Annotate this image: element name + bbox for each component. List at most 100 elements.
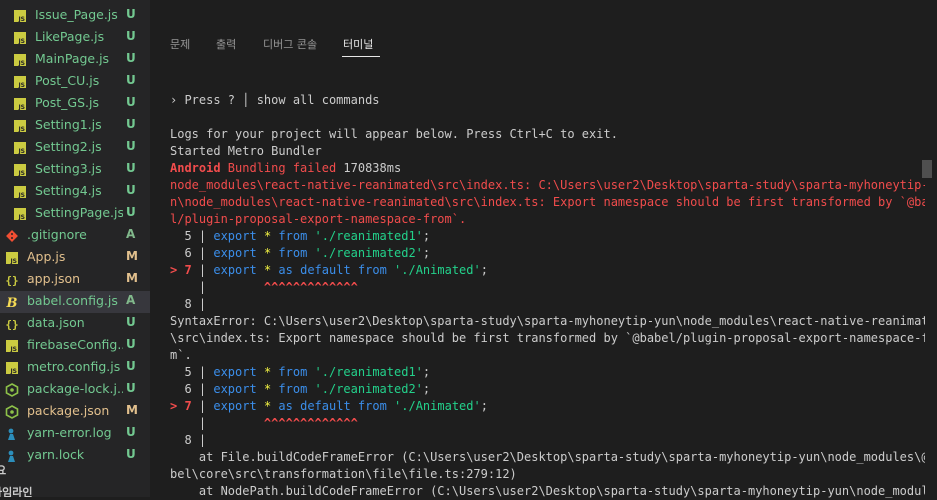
- svg-text:{}: {}: [5, 274, 18, 287]
- explorer-file-name: Setting3.js: [35, 161, 102, 176]
- keyword: as default from: [278, 399, 387, 413]
- caret-line: | ^^^^^^^^^^^^^: [170, 415, 925, 432]
- babel-icon: B: [5, 295, 19, 309]
- explorer-file-name: Post_GS.js: [35, 95, 99, 110]
- explorer-file-item[interactable]: JS Setting3.js U: [0, 159, 150, 181]
- gutter-bar: |: [191, 263, 214, 277]
- js-file-icon: JS: [13, 31, 27, 45]
- svg-text:JS: JS: [17, 60, 25, 66]
- explorer-file-item[interactable]: .gitignore A: [0, 225, 150, 247]
- terminal-output[interactable]: › Press ? │ show all commands Logs for y…: [170, 92, 925, 500]
- code-frame-line-7: > 7 | export * as default from './Animat…: [170, 398, 925, 415]
- explorer-file-item[interactable]: JS firebaseConfig... U: [0, 335, 150, 357]
- explorer-file-item[interactable]: JS Setting1.js U: [0, 115, 150, 137]
- timeline-section-header[interactable]: 타임라인: [0, 484, 32, 497]
- git-status-badge: M: [126, 249, 138, 263]
- svg-text:JS: JS: [17, 104, 25, 110]
- explorer-file-name: LikePage.js: [35, 29, 105, 44]
- explorer-file-item[interactable]: package.json M: [0, 401, 150, 423]
- stack-trace-line: at NodePath.buildCodeFrameError (C:\User…: [170, 484, 925, 498]
- js-file-icon: JS: [13, 9, 27, 23]
- error-carets: ^^^^^^^^^^^^^: [263, 416, 358, 430]
- explorer-file-item[interactable]: JS SettingPage.js U: [0, 203, 150, 225]
- explorer-file-item[interactable]: JS Setting4.js U: [0, 181, 150, 203]
- explorer-file-name: Setting2.js: [35, 139, 102, 154]
- git-status-badge: U: [126, 315, 136, 329]
- explorer-file-item[interactable]: JS MainPage.js U: [0, 49, 150, 71]
- caret-line: | ^^^^^^^^^^^^^: [170, 279, 925, 296]
- explorer-file-name: babel.config.js: [27, 293, 118, 308]
- git-status-badge: U: [126, 7, 136, 21]
- outline-section-header[interactable]: 요: [0, 462, 6, 478]
- explorer-file-item[interactable]: package-lock.j... U: [0, 379, 150, 401]
- js-file-icon: JS: [13, 185, 27, 199]
- keyword: as default from: [278, 263, 387, 277]
- press-prompt-line: › Press ? │ show all commands: [170, 93, 380, 107]
- js-file-icon: JS: [13, 53, 27, 67]
- explorer-file-item[interactable]: yarn-error.log U: [0, 423, 150, 445]
- explorer-file-item[interactable]: JS Post_GS.js U: [0, 93, 150, 115]
- tab-output[interactable]: 출력: [216, 36, 236, 52]
- keyword: from: [278, 229, 308, 243]
- explorer-file-name: app.json: [27, 271, 81, 286]
- semicolon: ;: [422, 382, 431, 396]
- js-file-icon: JS: [13, 207, 27, 221]
- explorer-file-item[interactable]: {} data.json U: [0, 313, 150, 335]
- syntax-error-line: SyntaxError: C:\Users\user2\Desktop\spar…: [170, 314, 925, 328]
- error-line: l/plugin-proposal-export-namespace-from`…: [170, 212, 467, 226]
- js-file-icon: JS: [5, 339, 19, 353]
- code-frame-line-8: 8 |: [170, 297, 207, 311]
- explorer-file-item[interactable]: JS LikePage.js U: [0, 27, 150, 49]
- code-frame-line-5: 5 | export * from './reanimated1';: [170, 364, 925, 381]
- explorer-file-item[interactable]: JS metro.config.js U: [0, 357, 150, 379]
- explorer-file-name: package.json: [27, 403, 110, 418]
- explorer-file-item[interactable]: JS Post_CU.js U: [0, 71, 150, 93]
- git-status-badge: U: [126, 359, 136, 373]
- git-status-badge: U: [126, 95, 136, 109]
- js-file-icon: JS: [5, 251, 19, 265]
- keyword: export: [213, 246, 257, 260]
- semicolon: ;: [480, 399, 488, 413]
- explorer-file-item[interactable]: JS Issue_Page.js U: [0, 5, 150, 27]
- svg-text:JS: JS: [17, 82, 25, 88]
- semicolon: ;: [422, 229, 431, 243]
- js-file-icon: JS: [13, 119, 27, 133]
- tab-debug-console[interactable]: 디버그 콘솔: [263, 36, 317, 52]
- explorer-file-item[interactable]: {} app.json M: [0, 269, 150, 291]
- yarn-icon: [5, 427, 19, 441]
- keyword: from: [278, 382, 308, 396]
- string-token: './Animated': [386, 263, 481, 277]
- yarn-icon: [5, 449, 19, 463]
- git-status-badge: A: [126, 293, 136, 307]
- explorer-sidebar: JS Issue_Page.js U JS LikePage.js U JS MainPage…: [0, 0, 150, 497]
- svg-text:JS: JS: [9, 368, 17, 374]
- explorer-file-name: Post_CU.js: [35, 73, 100, 88]
- explorer-file-item[interactable]: Bbabel.config.js A: [0, 291, 150, 313]
- star-token: *: [256, 246, 279, 260]
- error-carets: ^^^^^^^^^^^^^: [263, 280, 358, 294]
- explorer-file-item[interactable]: JS Setting2.js U: [0, 137, 150, 159]
- terminal-scrollbar-thumb[interactable]: [922, 160, 932, 178]
- bundle-failed-text: Bundling failed: [220, 161, 344, 175]
- js-file-icon: JS: [13, 163, 27, 177]
- js-file-icon: JS: [13, 75, 27, 89]
- explorer-file-name: .gitignore: [27, 227, 87, 242]
- keyword: from: [278, 365, 308, 379]
- explorer-file-item[interactable]: yarn.lock U: [0, 445, 150, 467]
- explorer-file-item[interactable]: JS App.js M: [0, 247, 150, 269]
- git-status-badge: U: [126, 447, 136, 461]
- star-token: *: [256, 382, 279, 396]
- code-frame-line-5: 5 | export * from './reanimated1';: [170, 228, 925, 245]
- git-status-badge: U: [126, 139, 136, 153]
- svg-text:JS: JS: [17, 170, 25, 176]
- started-line: Started Metro Bundler: [170, 144, 322, 158]
- explorer-file-name: Setting4.js: [35, 183, 102, 198]
- semicolon: ;: [422, 365, 431, 379]
- panel-tab-bar: 문제 출력 디버그 콘솔 터미널: [150, 0, 937, 70]
- git-status-badge: U: [126, 51, 136, 65]
- svg-text:JS: JS: [17, 126, 25, 132]
- tab-problems[interactable]: 문제: [170, 36, 190, 52]
- code-frame-line-8: 8 |: [170, 433, 207, 447]
- tab-terminal[interactable]: 터미널: [343, 36, 373, 52]
- code-frame-line-6: 6 | export * from './reanimated2';: [170, 381, 925, 398]
